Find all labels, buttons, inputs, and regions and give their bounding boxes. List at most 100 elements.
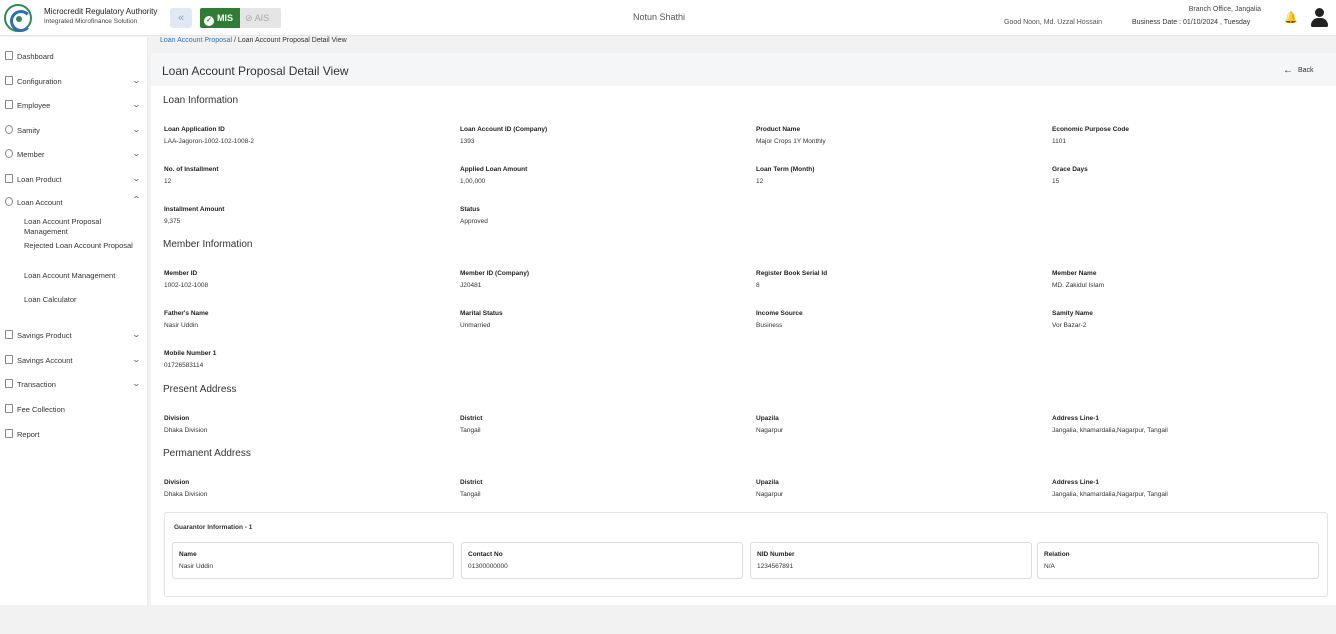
report-icon (5, 429, 13, 438)
field-label: Mobile Number 1 (164, 350, 217, 357)
sidebar-item-dashboard[interactable]: Dashboard (0, 47, 148, 67)
samity-icon (5, 125, 13, 134)
field-value: 12 (756, 178, 764, 185)
field-value: Jangalia, khamardalia,Nagarpur, Tangail (1052, 491, 1168, 498)
field-value: 1393 (460, 138, 475, 145)
section-title-permanent-address: Permanent Address (163, 448, 251, 459)
field-label: Installment Amount (164, 206, 225, 213)
chevron-down-icon: ⌄ (131, 355, 142, 364)
sidebar-item-savings-product[interactable]: Savings Product ⌄ (0, 326, 148, 346)
sidebar-item-member[interactable]: Member ⌄ (0, 145, 148, 165)
section-title-loan-information: Loan Information (163, 95, 239, 106)
field-label: Upazila (756, 415, 779, 422)
field-label: No. of Installment (164, 166, 219, 173)
field-value: 9,375 (164, 218, 181, 225)
field-value: LAA-Jagoron-1002-102-1008-2 (164, 138, 254, 145)
field-value: 12 (164, 178, 172, 185)
field-value: 1,00,000 (460, 178, 486, 185)
org-name: Microcredit Regulatory Authority (44, 7, 158, 16)
field-value: 1002-102-1008 (164, 282, 209, 289)
guarantor-title: Guarantor Information - 1 (174, 524, 253, 531)
greeting-text: Good Noon, Md. Uzzal Hossain (1004, 19, 1103, 26)
arrow-left-icon: ← (1283, 65, 1293, 76)
chevron-up-icon: ⌃ (131, 195, 142, 204)
field-value: Tangail (460, 491, 481, 498)
savings-account-icon (5, 355, 13, 364)
dashboard-icon (5, 51, 13, 60)
field-label: Upazila (756, 479, 779, 486)
chevron-down-icon: ⌄ (131, 174, 142, 183)
sidebar-item-loan-account[interactable]: Loan Account ⌃ (0, 193, 148, 213)
sidebar-subitem-rejected-loan-account-proposal[interactable]: Rejected Loan Account Proposal (24, 241, 136, 251)
transaction-icon (5, 379, 13, 388)
field-label: Loan Term (Month) (756, 166, 815, 173)
business-date: Business Date : 01/10/2024 , Tuesday (1132, 19, 1251, 26)
field-label: Loan Account ID (Company) (460, 126, 548, 133)
field-label: Income Source (756, 310, 803, 317)
block-icon: ⊘ (245, 13, 253, 23)
chevron-down-icon: ⌄ (131, 149, 142, 158)
ais-toggle-button[interactable]: ⊘ AIS (240, 8, 281, 28)
field-label: Economic Purpose Code (1052, 126, 1129, 133)
guarantor-field-relation: Relation N/A (1037, 542, 1319, 579)
field-value: Dhaka Division (164, 491, 208, 498)
double-chevron-left-icon: « (177, 12, 185, 24)
sidebar-subitem-loan-calculator[interactable]: Loan Calculator (24, 295, 136, 305)
field-value: Dhaka Division (164, 427, 208, 434)
top-bar: Microcredit Regulatory Authority Integra… (0, 0, 1336, 36)
field-label: Loan Application ID (164, 126, 225, 133)
mis-toggle-button[interactable]: ✓ MIS (200, 8, 240, 28)
back-button[interactable]: ← Back (1283, 65, 1314, 76)
guarantor-field-name: Name Nasir Uddin (172, 542, 454, 579)
field-label: Father's Name (164, 310, 209, 317)
user-avatar-icon[interactable] (1311, 8, 1329, 28)
sidebar-subitem-loan-account-proposal-management[interactable]: Loan Account Proposal Management (24, 217, 136, 237)
chevron-down-icon: ⌄ (131, 76, 142, 85)
field-value: MD. Zakidul Islam (1052, 282, 1105, 289)
configuration-icon (5, 76, 13, 85)
field-label: Address Line-1 (1052, 415, 1099, 422)
employee-icon (5, 100, 13, 109)
sidebar-item-loan-product[interactable]: Loan Product ⌄ (0, 170, 148, 190)
section-title-present-address: Present Address (163, 384, 237, 395)
field-value: Jangalia, khamardalia,Nagarpur, Tangail (1052, 427, 1168, 434)
field-value: Tangail (460, 427, 481, 434)
field-label: Address Line-1 (1052, 479, 1099, 486)
breadcrumb: Loan Account Proposal / Loan Account Pro… (160, 37, 347, 44)
sidebar-subitem-loan-account-management[interactable]: Loan Account Management (24, 271, 136, 281)
savings-product-icon (5, 330, 13, 339)
field-label: Division (164, 479, 190, 486)
sidebar-item-samity[interactable]: Samity ⌄ (0, 121, 148, 141)
field-label: District (460, 479, 483, 486)
sidebar-collapse-button[interactable]: « (170, 8, 192, 28)
chevron-down-icon: ⌄ (131, 100, 142, 109)
chevron-down-icon: ⌄ (131, 379, 142, 388)
field-value: Nagarpur (756, 427, 784, 434)
field-label: Grace Days (1052, 166, 1088, 173)
sidebar-item-transaction[interactable]: Transaction ⌄ (0, 375, 148, 395)
loan-product-icon (5, 174, 13, 183)
field-value: Business (756, 322, 783, 329)
sidebar-item-savings-account[interactable]: Savings Account ⌄ (0, 351, 148, 371)
sidebar-item-configuration[interactable]: Configuration ⌄ (0, 72, 148, 92)
page-title: Loan Account Proposal Detail View (162, 64, 349, 78)
org-subtitle: Integrated Microfinance Solution (44, 18, 138, 25)
field-label: Member ID (164, 270, 198, 277)
chevron-down-icon: ⌄ (131, 125, 142, 134)
field-value: Unmarried (460, 322, 491, 329)
check-circle-icon: ✓ (204, 16, 214, 26)
field-value: J20481 (460, 282, 482, 289)
sidebar-item-employee[interactable]: Employee ⌄ (0, 96, 148, 116)
mra-logo-icon (4, 4, 32, 32)
sidebar-item-report[interactable]: Report (0, 425, 148, 445)
field-label: Status (460, 206, 480, 213)
field-label: Product Name (756, 126, 801, 133)
notification-bell-icon[interactable]: 🔔 (1284, 11, 1298, 25)
field-label: Register Book Serial Id (756, 270, 828, 277)
breadcrumb-link-loan-account-proposal[interactable]: Loan Account Proposal (160, 37, 232, 44)
main-content: Loan Account Proposal Detail View ← Back … (151, 53, 1336, 605)
branch-name: Branch Office, Jangalia (1188, 6, 1261, 13)
field-label: Member Name (1052, 270, 1097, 277)
sidebar-item-fee-collection[interactable]: Fee Collection (0, 400, 148, 420)
breadcrumb-current: / Loan Account Proposal Detail View (232, 37, 347, 44)
